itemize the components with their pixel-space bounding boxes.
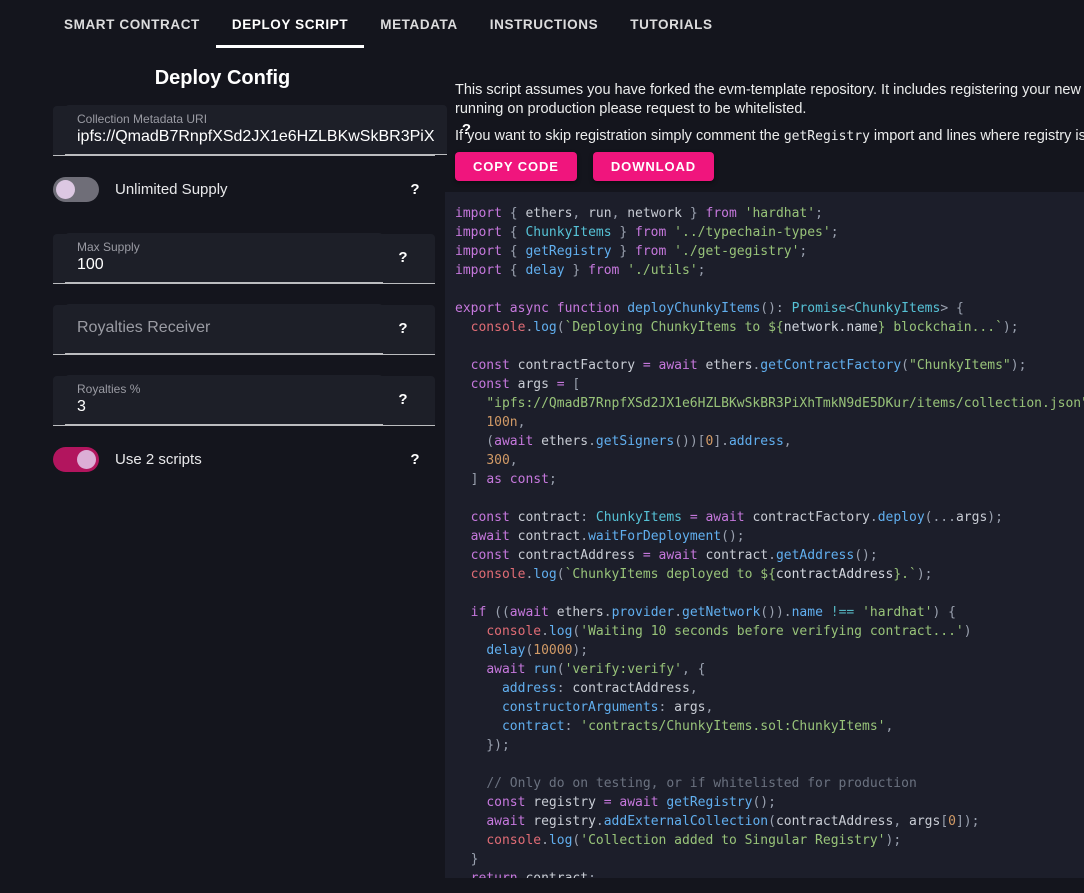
tab-tutorials[interactable]: TUTORIALS <box>614 0 728 48</box>
code-line: } <box>455 850 1084 869</box>
toggle-row: Use 2 scripts? <box>53 447 435 472</box>
toggle-label: Use 2 scripts <box>115 451 202 468</box>
code-line: import { ChunkyItems } from '../typechai… <box>455 223 1084 242</box>
code-line <box>455 280 1084 299</box>
description-text: If you want to skip registration simply … <box>455 128 784 144</box>
copy-code-button[interactable]: COPY CODE <box>455 152 577 181</box>
field-label: Royalties Receiver <box>77 318 210 337</box>
code-line: 300, <box>455 451 1084 470</box>
code-line: (await ethers.getSigners())[0].address, <box>455 432 1084 451</box>
code-line <box>455 337 1084 356</box>
main-content: Deploy Config Collection Metadata URIipf… <box>0 48 1084 878</box>
code-line: // Only do on testing, or if whitelisted… <box>455 774 1084 793</box>
code-line: ] as const; <box>455 470 1084 489</box>
code-line: console.log(`ChunkyItems deployed to ${c… <box>455 565 1084 584</box>
toggle-use-2-scripts[interactable] <box>53 447 99 472</box>
field-row: Royalties Receiver? <box>53 305 435 355</box>
help-icon-unlimited-supply[interactable]: ? <box>395 181 435 198</box>
field-label: Collection Metadata URI <box>77 112 435 127</box>
code-line <box>455 584 1084 603</box>
code-line: }); <box>455 736 1084 755</box>
code-line: import { delay } from './utils'; <box>455 261 1084 280</box>
code-line: "ipfs://QmadB7RnpfXSd2JX1e6HZLBKwSkBR3Pi… <box>455 394 1084 413</box>
app-root: SMART CONTRACTDEPLOY SCRIPTMETADATAINSTR… <box>0 0 1084 878</box>
code-line: contract: 'contracts/ChunkyItems.sol:Chu… <box>455 717 1084 736</box>
code-line <box>455 489 1084 508</box>
toggle-thumb <box>56 180 75 199</box>
field-max-supply[interactable]: Max Supply100 <box>65 233 383 283</box>
field-row: Royalties %3? <box>53 376 435 426</box>
field-row: Max Supply100? <box>53 234 435 284</box>
code-line: await run('verify:verify', { <box>455 660 1084 679</box>
tab-smart-contract[interactable]: SMART CONTRACT <box>48 0 216 48</box>
code-line: const args = [ <box>455 375 1084 394</box>
field-royalties-receiver[interactable]: Royalties Receiver <box>65 304 383 354</box>
description: This script assumes you have forked the … <box>445 48 1084 146</box>
panel-title: Deploy Config <box>0 64 445 92</box>
inline-code: getRegistry <box>784 129 870 144</box>
code-line: if ((await ethers.provider.getNetwork())… <box>455 603 1084 622</box>
tab-metadata[interactable]: METADATA <box>364 0 474 48</box>
code-line: const registry = await getRegistry(); <box>455 793 1084 812</box>
code-block[interactable]: import { ethers, run, network } from 'ha… <box>445 192 1084 878</box>
config-form: Collection Metadata URIipfs://QmadB7Rnpf… <box>0 106 445 472</box>
code-line <box>455 755 1084 774</box>
toggle-wrap: Use 2 scripts <box>53 447 395 472</box>
code-line: address: contractAddress, <box>455 679 1084 698</box>
download-button[interactable]: DOWNLOAD <box>593 152 714 181</box>
description-text: import and lines where registry is loade… <box>870 128 1084 144</box>
description-line-1: This script assumes you have forked the … <box>455 81 1084 100</box>
toggle-row: Unlimited Supply? <box>53 177 435 202</box>
code-line: return contract; <box>455 869 1084 878</box>
field-royalties[interactable]: Royalties %3 <box>65 375 383 425</box>
code-line: await registry.addExternalCollection(con… <box>455 812 1084 831</box>
code-line: delay(10000); <box>455 641 1084 660</box>
help-icon-max-supply[interactable]: ? <box>383 249 423 266</box>
code-line: import { getRegistry } from './get-gegis… <box>455 242 1084 261</box>
code-line: const contractFactory = await ethers.get… <box>455 356 1084 375</box>
deploy-config-panel: Deploy Config Collection Metadata URIipf… <box>0 48 445 504</box>
field-collection-metadata-uri[interactable]: Collection Metadata URIipfs://QmadB7Rnpf… <box>65 105 447 155</box>
code-line: console.log('Collection added to Singula… <box>455 831 1084 850</box>
help-icon-royalties-receiver[interactable]: ? <box>383 320 423 337</box>
description-line-2: running on production please request to … <box>455 100 1084 119</box>
tab-deploy-script[interactable]: DEPLOY SCRIPT <box>216 0 364 48</box>
code-line: const contract: ChunkyItems = await cont… <box>455 508 1084 527</box>
field-value: ipfs://QmadB7RnpfXSd2JX1e6HZLBKwSkBR3PiX <box>77 127 435 146</box>
tab-bar: SMART CONTRACTDEPLOY SCRIPTMETADATAINSTR… <box>0 0 1084 48</box>
tab-instructions[interactable]: INSTRUCTIONS <box>474 0 614 48</box>
code-line: await contract.waitForDeployment(); <box>455 527 1084 546</box>
toggle-unlimited-supply[interactable] <box>53 177 99 202</box>
field-value: 100 <box>77 255 371 274</box>
field-value: 3 <box>77 397 371 416</box>
actions-row: COPY CODE DOWNLOAD <box>445 146 1084 181</box>
deploy-script-panel: This script assumes you have forked the … <box>445 48 1084 878</box>
code-line: console.log(`Deploying ChunkyItems to ${… <box>455 318 1084 337</box>
code-line: import { ethers, run, network } from 'ha… <box>455 204 1084 223</box>
help-icon-royalties[interactable]: ? <box>383 391 423 408</box>
toggle-thumb <box>77 450 96 469</box>
code-line: console.log('Waiting 10 seconds before v… <box>455 622 1084 641</box>
field-label: Max Supply <box>77 240 371 255</box>
field-row: Collection Metadata URIipfs://QmadB7Rnpf… <box>53 106 435 156</box>
code-line: export async function deployChunkyItems(… <box>455 299 1084 318</box>
toggle-wrap: Unlimited Supply <box>53 177 395 202</box>
code-line: const contractAddress = await contract.g… <box>455 546 1084 565</box>
code-line: 100n, <box>455 413 1084 432</box>
code-line: constructorArguments: args, <box>455 698 1084 717</box>
help-icon-use-2-scripts[interactable]: ? <box>395 451 435 468</box>
toggle-label: Unlimited Supply <box>115 181 228 198</box>
description-line-3: If you want to skip registration simply … <box>455 127 1084 146</box>
field-label: Royalties % <box>77 382 371 397</box>
